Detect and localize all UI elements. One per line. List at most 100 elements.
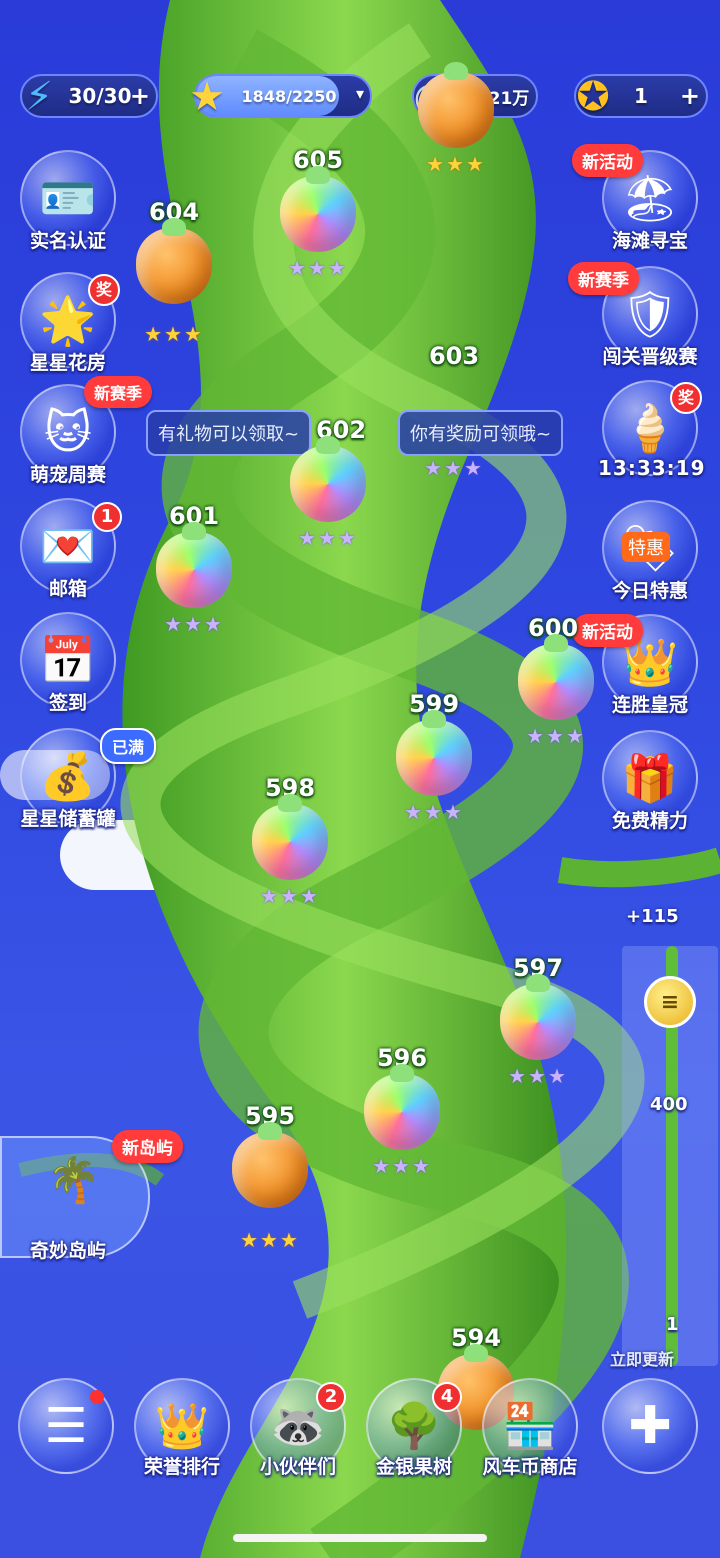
- side-label: 闯关晋级赛: [602, 346, 698, 368]
- nav-label: 金银果树: [375, 1456, 452, 1478]
- rail-bottom-label: 1: [666, 1314, 679, 1335]
- windmill-coin-store-button[interactable]: 🏪 风车币商店: [472, 1378, 588, 1479]
- reward-badge: 奖: [670, 382, 702, 414]
- new-event-tag: 新活动: [572, 144, 643, 177]
- mailbox-button[interactable]: 💌 1 邮箱: [16, 498, 122, 601]
- level-node-600[interactable]: 600 ★★★: [516, 614, 596, 748]
- menu-button[interactable]: ☰: [8, 1378, 124, 1474]
- add-energy-button[interactable]: +: [130, 84, 150, 108]
- side-label: 签到: [48, 692, 87, 714]
- update-now-label[interactable]: 立即更新: [610, 1346, 674, 1370]
- rainbow-fruit-icon: [364, 1064, 440, 1150]
- level-stars: ★★★: [372, 1154, 432, 1178]
- level-stars: ★★★: [526, 724, 586, 748]
- level-number: 603: [428, 342, 480, 370]
- level-node-606[interactable]: ★★★: [416, 62, 496, 176]
- pet-weekly-button[interactable]: 🐱 新赛季 萌宠周赛: [16, 376, 153, 487]
- rainbow-fruit-icon: [290, 436, 366, 522]
- level-stars: ★★★: [424, 456, 484, 480]
- bonus-text: +115: [626, 906, 679, 927]
- tree-count-badge: 4: [432, 1382, 462, 1412]
- daily-deal-button[interactable]: 🏷 特惠 今日特惠: [598, 500, 702, 603]
- nav-label: 风车币商店: [482, 1456, 578, 1478]
- star-piggy-bank-button[interactable]: 💰 已满 星星储蓄罐: [16, 728, 157, 831]
- checkin-button[interactable]: 📅 签到: [16, 612, 120, 715]
- reward-badge: 奖: [88, 274, 120, 306]
- star-icon: ★: [189, 74, 225, 120]
- rainbow-fruit-icon: [396, 710, 472, 796]
- level-node-604[interactable]: 604 ★★★: [134, 198, 214, 346]
- lightning-icon: ⚡: [24, 74, 54, 120]
- home-indicator[interactable]: [233, 1534, 487, 1542]
- level-promotion-button[interactable]: 🛡 新赛季 闯关晋级赛: [568, 262, 702, 369]
- streak-crown-button[interactable]: 👑 新活动 连胜皇冠: [572, 614, 702, 717]
- chevron-down-icon[interactable]: ▾: [356, 84, 364, 103]
- level-node-598[interactable]: 598 ★★★: [250, 774, 330, 908]
- full-tag: 已满: [100, 728, 157, 764]
- rainbow-fruit-icon: [156, 522, 232, 608]
- island-button[interactable]: 🌴 新岛屿 奇妙岛屿: [0, 1130, 183, 1262]
- honor-ranking-button[interactable]: 👑 荣誉排行: [124, 1378, 240, 1479]
- side-label: 星星花房: [29, 352, 106, 374]
- rainbow-fruit-icon: [252, 794, 328, 880]
- realname-auth-button[interactable]: 🪪 实名认证: [16, 150, 120, 253]
- rainbow-fruit-icon: [518, 634, 594, 720]
- star-value: 1848/2250: [241, 86, 337, 106]
- level-node-602[interactable]: 602 ★★★: [288, 416, 368, 550]
- token-bar[interactable]: ✪ 1 +: [574, 74, 708, 120]
- gold-silver-tree-button[interactable]: 🌳 4 金银果树: [356, 1378, 472, 1479]
- side-label: 邮箱: [48, 578, 87, 600]
- star-flower-house-button[interactable]: 🌟 奖 星星花房: [16, 272, 120, 375]
- side-label: 海滩寻宝: [611, 230, 688, 252]
- new-island-tag: 新岛屿: [112, 1130, 183, 1163]
- orange-fruit-icon: [418, 62, 494, 148]
- nav-label: 荣誉排行: [143, 1456, 220, 1478]
- side-label: 星星储蓄罐: [20, 808, 116, 830]
- notify-dot: [90, 1390, 104, 1404]
- game-scene: ⚡ 30/30 + ★ 1848/2250 ▾ ◉ 269.21万 ✪ 1 + …: [0, 0, 720, 1558]
- level-stars: ★★★: [240, 1228, 300, 1252]
- level-node-595[interactable]: 595 ★★★: [230, 1102, 310, 1252]
- free-energy-button[interactable]: 🎁 免费精力: [598, 730, 702, 833]
- plus-icon: ✚: [602, 1378, 698, 1474]
- side-label: 萌宠周赛: [29, 464, 106, 486]
- rail-thumb-menu-icon[interactable]: ≡: [644, 976, 696, 1028]
- menu-icon: ☰: [18, 1378, 114, 1474]
- rail-mid-label: 400: [650, 1094, 688, 1115]
- level-node-596[interactable]: 596 ★★★: [362, 1044, 442, 1178]
- level-stars: ★★★: [260, 884, 320, 908]
- add-token-button[interactable]: +: [680, 84, 700, 108]
- level-node-599[interactable]: 599 ★★★: [394, 690, 474, 824]
- orange-fruit-icon: [136, 218, 212, 304]
- rainbow-fruit-icon: [500, 974, 576, 1060]
- energy-bar[interactable]: ⚡ 30/30 +: [20, 74, 158, 120]
- expand-plus-button[interactable]: ✚: [592, 1378, 708, 1474]
- side-label: 实名认证: [29, 230, 106, 252]
- token-value: 1: [634, 84, 648, 108]
- level-stars: ★★★: [144, 322, 204, 346]
- gold-token-icon: ✪: [576, 74, 610, 120]
- level-stars: ★★★: [508, 1064, 568, 1088]
- level-node-597[interactable]: 597 ★★★: [498, 954, 578, 1088]
- level-stars: ★★★: [164, 612, 224, 636]
- level-node-603[interactable]: 603 ★★★: [414, 342, 494, 480]
- island-label: 奇妙岛屿: [30, 1240, 107, 1262]
- timed-reward-button[interactable]: 🍦 奖 13:33:19: [598, 380, 706, 480]
- star-progress-bar[interactable]: ★ 1848/2250 ▾: [189, 74, 372, 120]
- palm-tree-icon: 🌴: [46, 1155, 101, 1206]
- side-label: 免费精力: [611, 810, 688, 832]
- friends-count-badge: 2: [316, 1382, 346, 1412]
- level-progress-rail[interactable]: ≡ 400 1 立即更新: [610, 946, 718, 1369]
- mail-count-badge: 1: [92, 502, 122, 532]
- side-label: 连胜皇冠: [611, 694, 688, 716]
- rainbow-fruit-icon: [280, 166, 356, 252]
- level-stars: ★★★: [404, 800, 464, 824]
- countdown-timer: 13:33:19: [598, 456, 706, 480]
- friends-button[interactable]: 🦝 2 小伙伴们: [240, 1378, 356, 1479]
- level-node-605[interactable]: 605 ★★★: [278, 146, 358, 280]
- side-label: 今日特惠: [611, 580, 688, 602]
- gift-tooltip: 有礼物可以领取~: [146, 410, 312, 456]
- beach-treasure-button[interactable]: 🏖 新活动 海滩寻宝: [572, 144, 702, 253]
- deal-sign: 特惠: [622, 532, 670, 562]
- level-node-601[interactable]: 601 ★★★: [154, 502, 234, 636]
